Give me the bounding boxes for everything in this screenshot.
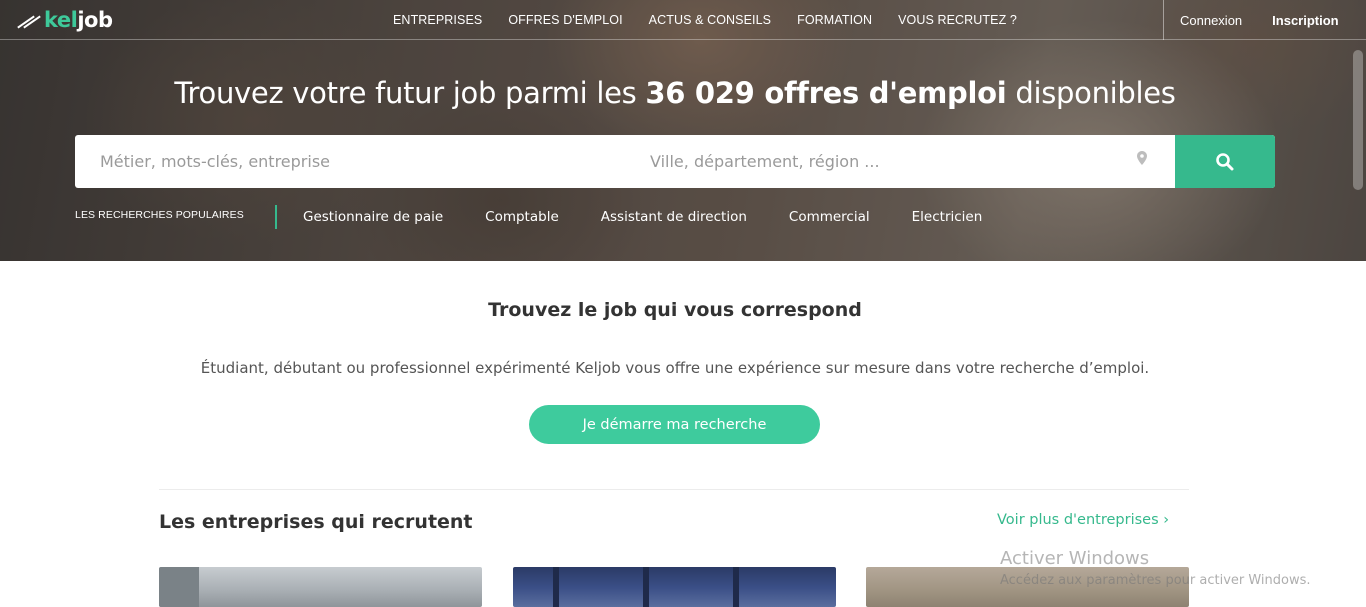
popular-search-assistant-de-direction[interactable]: Assistant de direction [601, 209, 747, 225]
main-menu: ENTREPRISES OFFRES D'EMPLOI ACTUS & CONS… [380, 0, 1030, 40]
windows-activation-subtitle: Accédez aux paramètres pour activer Wind… [1000, 573, 1311, 588]
keyword-search-input[interactable] [100, 135, 600, 188]
menu-item-actus-conseils[interactable]: ACTUS & CONSEILS [649, 13, 771, 27]
headline-post: disponibles [1006, 76, 1176, 110]
section-divider [159, 489, 1189, 490]
companies-section-title: Les entreprises qui recrutent [159, 511, 473, 533]
logo-text-kel: kel [44, 8, 78, 32]
menu-item-entreprises[interactable]: ENTREPRISES [393, 13, 482, 27]
headline-job-count: 36 029 offres d'emploi [645, 76, 1007, 110]
signup-link[interactable]: Inscription [1272, 13, 1338, 28]
windows-activation-title: Activer Windows [1000, 548, 1150, 569]
company-card-1[interactable] [159, 567, 482, 607]
popular-search-comptable[interactable]: Comptable [485, 209, 559, 225]
company-card-2[interactable] [513, 567, 836, 607]
popular-searches-label: LES RECHERCHES POPULAIRES [75, 209, 244, 221]
menu-item-vous-recrutez[interactable]: VOUS RECRUTEZ ? [898, 13, 1017, 27]
search-icon [1216, 152, 1234, 170]
top-navigation: keljob ENTREPRISES OFFRES D'EMPLOI ACTUS… [0, 0, 1366, 40]
location-search-input[interactable] [650, 135, 1130, 188]
menu-item-formation[interactable]: FORMATION [797, 13, 872, 27]
logo-text-job: job [77, 8, 113, 32]
start-search-button[interactable]: Je démarre ma recherche [529, 405, 820, 444]
login-link[interactable]: Connexion [1180, 13, 1242, 28]
headline-pre: Trouvez votre futur job parmi les [174, 76, 646, 110]
menu-item-offres-emploi[interactable]: OFFRES D'EMPLOI [508, 13, 622, 27]
intro-description: Étudiant, débutant ou professionnel expé… [200, 359, 1150, 377]
popular-search-gestionnaire-de-paie[interactable]: Gestionnaire de paie [303, 209, 443, 225]
search-button[interactable] [1175, 135, 1275, 188]
popular-search-electricien[interactable]: Electricien [912, 209, 983, 225]
popular-divider [275, 205, 277, 229]
popular-searches-list: Gestionnaire de paie Comptable Assistant… [303, 209, 1024, 225]
more-companies-link[interactable]: Voir plus d'entreprises › [997, 512, 1169, 528]
intro-title: Trouvez le job qui vous correspond [488, 299, 862, 321]
logo-slash-icon [16, 12, 42, 29]
job-search-bar [75, 135, 1275, 188]
hero-headline: Trouvez votre futur job parmi les 36 029… [0, 76, 1350, 110]
keljob-logo[interactable]: keljob [16, 6, 113, 34]
auth-links: Connexion Inscription [1163, 0, 1366, 40]
hero-banner: keljob ENTREPRISES OFFRES D'EMPLOI ACTUS… [0, 0, 1366, 261]
logo-text: keljob [44, 8, 113, 32]
popular-search-commercial[interactable]: Commercial [789, 209, 870, 225]
map-pin-icon [1137, 151, 1147, 165]
